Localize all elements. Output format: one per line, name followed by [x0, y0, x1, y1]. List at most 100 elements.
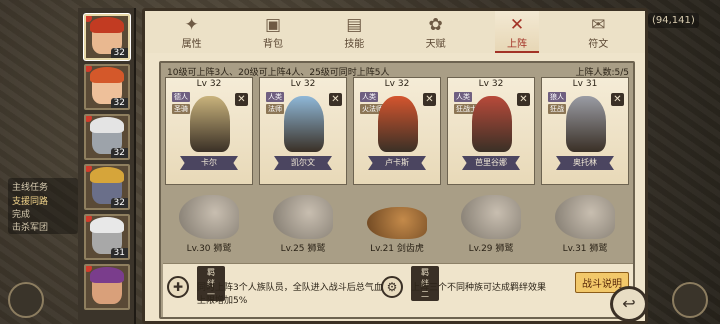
hero-portrait[interactable]: 32 — [84, 14, 130, 60]
pet-label: Lv.21 剑齿虎 — [370, 244, 424, 254]
quest-line: 支援同路 — [12, 197, 49, 207]
hero-figure — [472, 96, 512, 152]
race-tag: 狼人 — [548, 92, 566, 102]
hero-card[interactable]: Lv 31 狼人狂战 ✕ 奥托林 — [541, 77, 629, 185]
portrait-hair — [90, 267, 124, 283]
hero-portrait[interactable]: 32 — [84, 64, 130, 110]
lineup-area: 10级可上阵3人、20级可上阵4人、25级可同时上阵5人 上阵人数:5/5 Lv… — [159, 61, 635, 319]
hero-level: 32 — [110, 48, 128, 58]
tab-icon: ✕ — [509, 15, 525, 35]
tab-icon: ✉ — [591, 15, 606, 35]
tab-icon: ▤ — [346, 15, 363, 35]
bond-panel: ✚ 羁绊一 同时上阵3个人族队员，全队进入战斗后总气血上限增加5% ⚙ 羁绊二 … — [163, 263, 633, 317]
remove-hero-icon[interactable]: ✕ — [329, 93, 342, 106]
hero-portrait[interactable]: 32 — [84, 164, 130, 210]
menu-button[interactable] — [672, 282, 708, 318]
quest-title: 主线任务 — [12, 183, 49, 193]
remove-hero-icon[interactable]: ✕ — [423, 93, 436, 106]
tab-bar: ✦ 属性 ▣ 背包 ▤ 技能 ✿ 天赋 ✕ 上阵 ✉ 符文 — [145, 11, 645, 53]
tab-label: 天赋 — [425, 39, 446, 50]
hero-level: 32 — [110, 98, 128, 108]
remove-hero-icon[interactable]: ✕ — [611, 93, 624, 106]
pet-slot[interactable]: Lv.21 剑齿虎 — [353, 189, 441, 259]
remove-hero-icon[interactable]: ✕ — [517, 93, 530, 106]
tab-label: 上阵 — [506, 39, 527, 50]
remove-hero-icon[interactable]: ✕ — [235, 93, 248, 106]
tab-icon: ▣ — [264, 15, 282, 35]
tab-label: 技能 — [344, 39, 365, 50]
portrait-hair — [90, 217, 124, 233]
hero-card[interactable]: Lv 32 人类 狂战士 ✕ 芭里谷娜 — [447, 77, 535, 185]
hero-level: 32 — [110, 148, 128, 158]
map-button[interactable] — [8, 282, 44, 318]
portrait-hair — [90, 167, 124, 183]
tab-icon: ✿ — [428, 15, 443, 35]
hero-level: 32 — [110, 198, 128, 208]
pet-griffin-icon — [461, 195, 521, 239]
card-level: Lv 32 — [290, 79, 316, 89]
hero-level: 31 — [110, 248, 128, 258]
back-arrow-icon[interactable]: ↩ — [610, 286, 648, 322]
hero-name: 卡尔 — [180, 156, 238, 170]
hero-figure — [566, 96, 606, 152]
card-level: Lv 31 — [572, 79, 598, 89]
tab-label: 背包 — [262, 39, 283, 50]
hero-name: 奥托林 — [556, 156, 614, 170]
bond-text: 上阵三个不同种族可达成羁绊效果 — [411, 283, 547, 293]
pet-label: Lv.31 狮鹫 — [562, 244, 608, 254]
pet-slot[interactable]: Lv.29 狮鹫 — [447, 189, 535, 259]
pet-griffin-icon — [555, 195, 615, 239]
tab-5[interactable]: ✉ 符文 — [576, 11, 620, 53]
pet-slot[interactable]: Lv.31 狮鹫 — [541, 189, 629, 259]
hero-name: 卢卡斯 — [368, 156, 426, 170]
hero-name: 凯尔文 — [274, 156, 332, 170]
portrait-hair — [90, 67, 124, 83]
pet-slot[interactable]: Lv.30 狮鹫 — [165, 189, 253, 259]
portrait-hair — [90, 117, 124, 133]
pet-slot[interactable]: Lv.25 狮鹫 — [259, 189, 347, 259]
class-tag: 狂战 — [548, 104, 566, 114]
hero-portrait[interactable] — [84, 264, 130, 310]
portrait-hair — [90, 17, 124, 33]
hero-figure — [378, 96, 418, 152]
race-tag: 人类 — [266, 92, 284, 102]
tab-label: 符文 — [588, 39, 609, 50]
coordinates-readout: (94,141) — [648, 13, 699, 28]
pet-griffin-icon — [179, 195, 239, 239]
tab-2[interactable]: ▤ 技能 — [332, 11, 376, 53]
hero-card[interactable]: Lv 32 人类法师 ✕ 凯尔文 — [259, 77, 347, 185]
bond-text: 同时上阵3个人族队员，全队进入战斗后总气血上限增加5% — [197, 283, 383, 306]
pet-griffin-icon — [273, 195, 333, 239]
card-level: Lv 32 — [478, 79, 504, 89]
bond-emblem-icon: ⚙ — [381, 276, 403, 298]
hero-figure — [190, 96, 230, 152]
pet-tiger-icon — [367, 207, 427, 239]
card-level: Lv 32 — [384, 79, 410, 89]
pet-label: Lv.30 狮鹫 — [186, 244, 232, 254]
hero-name: 芭里谷娜 — [462, 156, 520, 170]
tab-0[interactable]: ✦ 属性 — [170, 11, 214, 53]
tab-label: 属性 — [181, 39, 202, 50]
bond-emblem-icon: ✚ — [167, 276, 189, 298]
pet-label: Lv.29 狮鹫 — [468, 244, 514, 254]
tab-1[interactable]: ▣ 背包 — [251, 11, 295, 53]
hero-panel: ✦ 属性 ▣ 背包 ▤ 技能 ✿ 天赋 ✕ 上阵 ✉ 符文 10级可上阵3人、20级可上阵4人、25级… — [142, 8, 648, 324]
hero-figure — [284, 96, 324, 152]
card-level: Lv 32 — [196, 79, 222, 89]
tab-icon: ✦ — [184, 15, 199, 35]
tab-4[interactable]: ✕ 上阵 — [494, 11, 539, 53]
race-tag: 德人 — [172, 92, 190, 102]
quest-line: 击杀军团 — [12, 223, 49, 233]
quest-line: 完成 — [12, 210, 31, 220]
tab-3[interactable]: ✿ 天赋 — [414, 11, 458, 53]
hero-portrait[interactable]: 32 — [84, 114, 130, 160]
hero-list: 32 32 32 32 31 — [78, 8, 136, 324]
hero-card[interactable]: Lv 32 人类 火法师 ✕ 卢卡斯 — [353, 77, 441, 185]
hero-card[interactable]: Lv 32 德人圣骑 ✕ 卡尔 — [165, 77, 253, 185]
pet-label: Lv.25 狮鹫 — [280, 244, 326, 254]
class-tag: 法师 — [266, 104, 284, 114]
race-tag: 人类 — [360, 92, 378, 102]
class-tag: 圣骑 — [172, 104, 190, 114]
quest-tracker[interactable]: 主线任务 支援同路 完成 击杀军团 — [8, 178, 78, 234]
hero-portrait[interactable]: 31 — [84, 214, 130, 260]
